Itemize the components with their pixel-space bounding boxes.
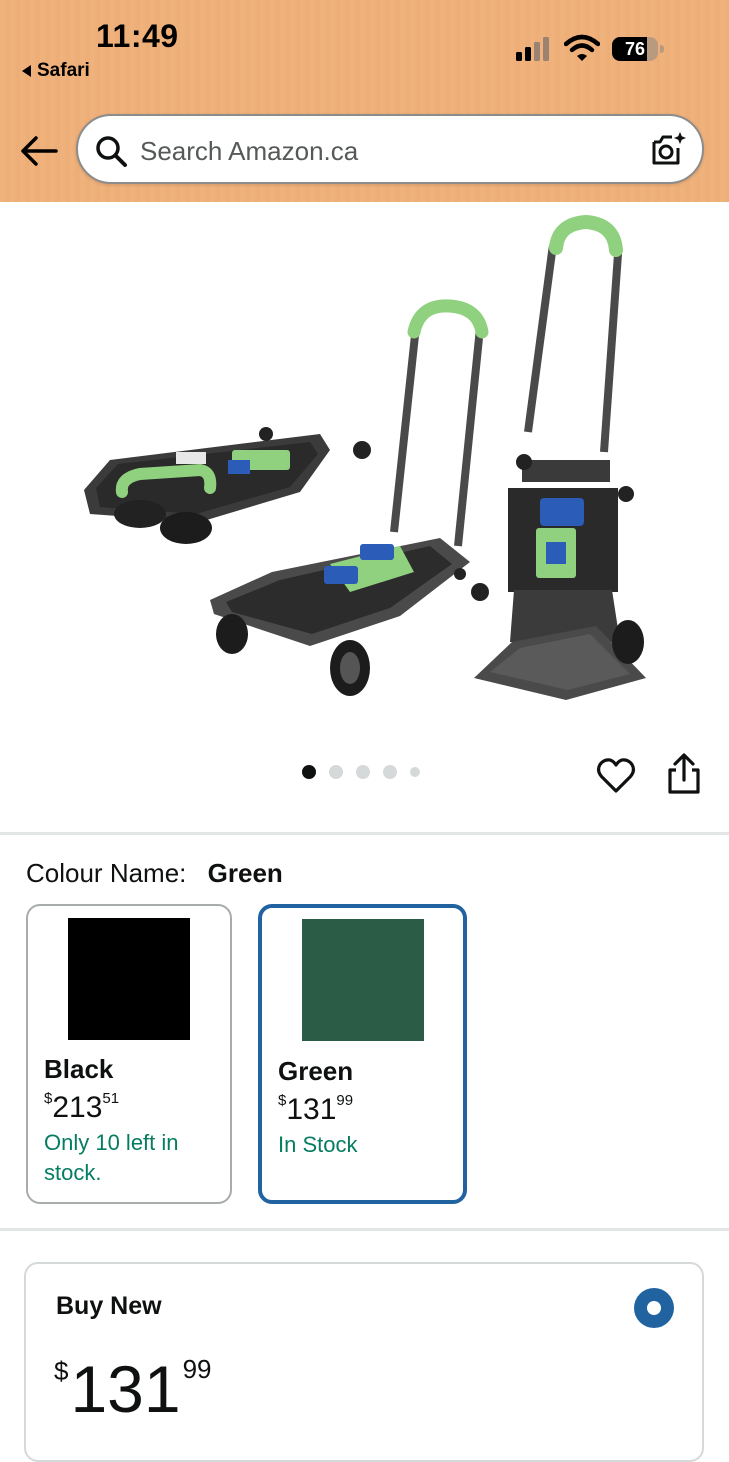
section-divider [0, 1228, 729, 1231]
cellular-signal-icon [516, 37, 549, 61]
carousel-dot[interactable] [410, 767, 420, 777]
share-icon[interactable] [664, 752, 704, 796]
price-cents: 99 [182, 1354, 212, 1384]
colour-option-black[interactable]: Black $21351 Only 10 left in stock. [26, 904, 232, 1204]
wifi-icon [564, 34, 600, 61]
back-app-label: Safari [37, 60, 90, 81]
camera-search-icon[interactable] [648, 130, 688, 170]
colour-name-label: Colour Name: [26, 858, 187, 888]
buy-new-title: Buy New [56, 1292, 162, 1320]
colour-option-name: Black [44, 1054, 114, 1084]
carousel-dot[interactable] [356, 765, 370, 779]
colour-name-row: Colour Name: Green [26, 858, 283, 889]
colour-option-price: $13199 [278, 1092, 353, 1127]
stock-status: Only 10 left in stock. [44, 1130, 179, 1185]
battery-icon: 76 [612, 37, 668, 61]
battery-level: 76 [612, 37, 658, 61]
cart-upright-illustration [474, 214, 646, 700]
price-cents: 99 [336, 1092, 354, 1109]
buy-new-price: $13199 [54, 1356, 212, 1422]
colour-option-price: $21351 [44, 1090, 119, 1125]
image-carousel-dots[interactable] [302, 765, 420, 779]
price-dollars: 131 [286, 1093, 337, 1126]
search-bar[interactable]: Search Amazon.ca [76, 114, 704, 184]
back-triangle-icon [22, 65, 31, 77]
price-cents: 51 [102, 1090, 120, 1107]
product-image[interactable] [0, 202, 729, 722]
colour-option-green[interactable]: Green $13199 In Stock [258, 904, 467, 1204]
stock-status: In Stock [278, 1132, 358, 1157]
section-divider [0, 832, 729, 835]
status-time: 11:49 [96, 18, 179, 54]
search-icon [96, 136, 127, 167]
carousel-dot[interactable] [383, 765, 397, 779]
back-to-safari-link[interactable]: Safari [22, 60, 90, 82]
colour-swatch-green [302, 919, 424, 1041]
carousel-dot[interactable] [329, 765, 343, 779]
cart-folded-illustration [84, 427, 371, 544]
carousel-dot[interactable] [302, 765, 316, 779]
search-placeholder: Search Amazon.ca [140, 136, 359, 166]
app-header: 11:49 Safari 76 Search Amazon.ca [0, 0, 729, 202]
colour-name-value: Green [207, 858, 283, 888]
back-arrow-icon[interactable] [20, 134, 58, 168]
price-dollars: 213 [52, 1091, 103, 1124]
buy-new-radio[interactable] [634, 1288, 674, 1328]
price-dollars: 131 [70, 1352, 181, 1426]
colour-option-name: Green [278, 1056, 354, 1086]
colour-swatch-black [68, 918, 190, 1040]
buy-new-option[interactable]: Buy New $13199 [24, 1262, 704, 1462]
price-currency: $ [54, 1356, 69, 1386]
wishlist-heart-icon[interactable] [596, 756, 636, 796]
